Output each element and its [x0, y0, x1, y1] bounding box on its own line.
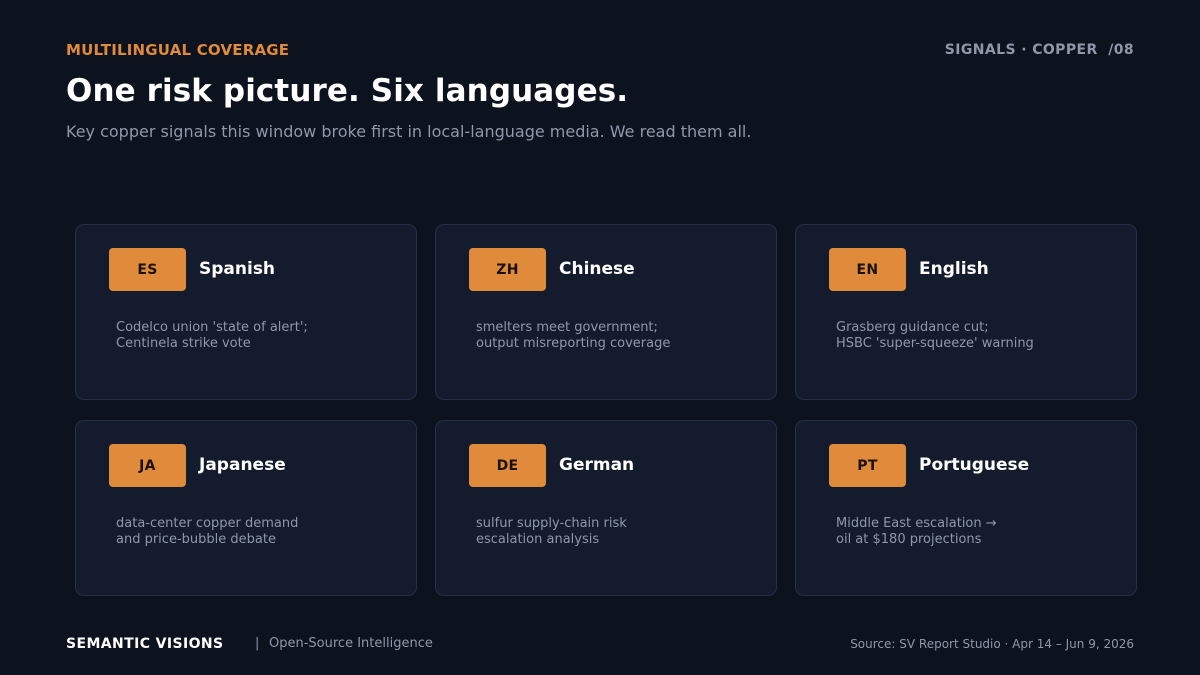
- signal-line: HSBC 'super-squeeze' warning: [836, 336, 1034, 351]
- language-card-english: EN English Grasberg guidance cut; HSBC '…: [795, 224, 1137, 400]
- language-name: Portuguese: [919, 455, 1030, 475]
- language-card-japanese: JA Japanese data-center copper demand an…: [75, 420, 417, 596]
- language-code-badge: ZH: [469, 248, 546, 291]
- language-name: Japanese: [199, 455, 286, 475]
- signal-description: Grasberg guidance cut; HSBC 'super-squee…: [836, 320, 1116, 352]
- signal-description: data-center copper demand and price-bubb…: [116, 516, 396, 548]
- signal-line: sulfur supply-chain risk: [476, 516, 627, 531]
- language-card-chinese: ZH Chinese smelters meet government; out…: [435, 224, 777, 400]
- signal-description: sulfur supply-chain risk escalation anal…: [476, 516, 756, 548]
- signal-line: Centinela strike vote: [116, 336, 251, 351]
- signal-line: Middle East escalation →: [836, 516, 997, 531]
- page-subtitle: Key copper signals this window broke fir…: [66, 122, 752, 141]
- language-name: English: [919, 259, 989, 279]
- language-code-badge: JA: [109, 444, 186, 487]
- slide-tag: SIGNALS · COPPER /08: [944, 42, 1134, 58]
- signal-description: smelters meet government; output misrepo…: [476, 320, 756, 352]
- language-code-badge: DE: [469, 444, 546, 487]
- page-title: One risk picture. Six languages.: [66, 73, 629, 109]
- signal-line: escalation analysis: [476, 532, 600, 547]
- footer-source: Source: SV Report Studio · Apr 14 – Jun …: [850, 637, 1134, 651]
- language-name: German: [559, 455, 635, 475]
- language-code-badge: PT: [829, 444, 906, 487]
- signal-line: and price-bubble debate: [116, 532, 276, 547]
- language-code-badge: EN: [829, 248, 906, 291]
- footer-separator: |: [255, 636, 260, 651]
- language-code-badge: ES: [109, 248, 186, 291]
- signal-description: Middle East escalation → oil at $180 pro…: [836, 516, 1116, 548]
- language-card-spanish: ES Spanish Codelco union 'state of alert…: [75, 224, 417, 400]
- signal-description: Codelco union 'state of alert'; Centinel…: [116, 320, 396, 352]
- signal-line: Codelco union 'state of alert';: [116, 320, 308, 335]
- footer-brand: SEMANTIC VISIONS: [66, 636, 224, 652]
- language-name: Spanish: [199, 259, 276, 279]
- language-name: Chinese: [559, 259, 635, 279]
- language-card-portuguese: PT Portuguese Middle East escalation → o…: [795, 420, 1137, 596]
- signal-line: data-center copper demand: [116, 516, 299, 531]
- signal-line: smelters meet government;: [476, 320, 658, 335]
- language-card-grid: ES Spanish Codelco union 'state of alert…: [75, 224, 1137, 596]
- language-card-german: DE German sulfur supply-chain risk escal…: [435, 420, 777, 596]
- section-eyebrow: MULTILINGUAL COVERAGE: [66, 41, 290, 59]
- signal-line: Grasberg guidance cut;: [836, 320, 989, 335]
- signal-line: output misreporting coverage: [476, 336, 671, 351]
- footer-tagline: Open-Source Intelligence: [269, 636, 433, 651]
- signal-line: oil at $180 projections: [836, 532, 982, 547]
